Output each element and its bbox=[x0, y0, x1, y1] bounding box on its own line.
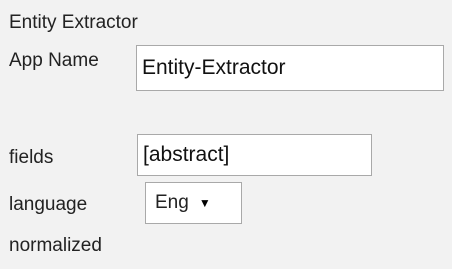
language-select-value: Eng bbox=[155, 192, 189, 213]
entity-extractor-panel: Entity Extractor App Name fields languag… bbox=[0, 0, 452, 269]
triangle-down-icon: ▼ bbox=[198, 196, 211, 210]
app-name-label: App Name bbox=[9, 50, 99, 71]
fields-input[interactable] bbox=[137, 134, 372, 176]
normalized-label: normalized bbox=[9, 235, 102, 256]
app-name-input[interactable] bbox=[136, 45, 444, 91]
fields-label: fields bbox=[9, 147, 54, 168]
panel-title: Entity Extractor bbox=[9, 12, 138, 33]
language-select[interactable]: Eng ▼ bbox=[145, 182, 242, 224]
language-label: language bbox=[9, 194, 88, 215]
